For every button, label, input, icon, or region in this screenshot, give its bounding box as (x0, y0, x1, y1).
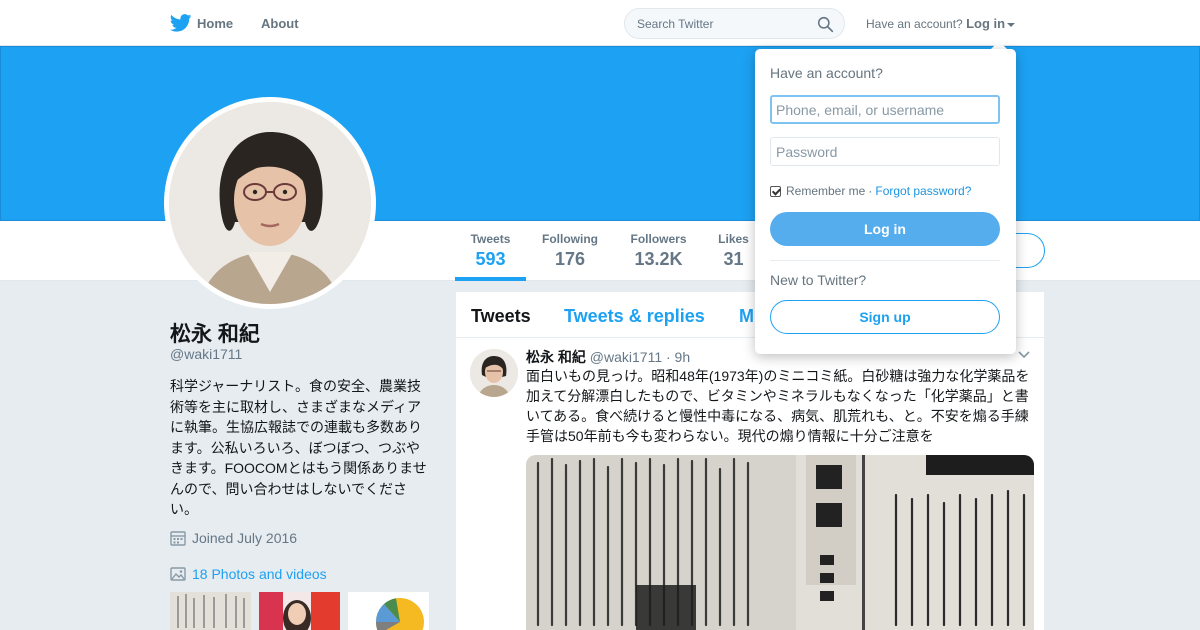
tweet-media-image[interactable] (526, 455, 1034, 630)
joined-text: Joined July 2016 (192, 530, 298, 546)
separator-dot: · (868, 184, 873, 198)
tab-tweets[interactable]: Tweets (471, 306, 531, 327)
nav-about-label: About (261, 15, 299, 31)
username-field[interactable]: Phone, email, or username (770, 95, 1000, 124)
avatar-portrait-image (169, 102, 371, 304)
search-icon[interactable] (817, 16, 834, 33)
nav-home-label: Home (197, 15, 234, 31)
divider (770, 260, 1000, 261)
tweet-timestamp[interactable]: · 9h (666, 349, 690, 365)
stat-tweets[interactable]: Tweets 593 (465, 232, 516, 270)
tweet-author-handle[interactable]: @waki1711 (590, 349, 662, 365)
tab-tweets-replies[interactable]: Tweets & replies (564, 306, 705, 327)
login-menu[interactable]: Have an account? Log in (866, 16, 1016, 31)
stat-likes[interactable]: Likes 31 (713, 232, 754, 270)
stat-followers[interactable]: Followers 13.2K (625, 232, 692, 270)
signup-button[interactable]: Sign up (770, 300, 1000, 334)
profile-name[interactable]: 松永 和紀 (170, 318, 260, 348)
profile-handle[interactable]: @waki1711 (170, 346, 242, 362)
photo-thumbnail[interactable] (348, 592, 429, 630)
dropdown-title: Have an account? (770, 65, 883, 81)
login-menu-label[interactable]: Log in (966, 16, 1005, 31)
password-field[interactable]: Password (770, 137, 1000, 166)
photos-videos-link[interactable]: 18 Photos and videos (170, 566, 327, 582)
nav-about-link[interactable]: About (261, 0, 299, 46)
tweet-header: 松永 和紀 @waki1711 · 9h (526, 347, 690, 367)
twitter-bird-icon[interactable] (170, 14, 192, 32)
nav-home-link[interactable]: Home (197, 0, 233, 46)
stat-label: Followers (630, 232, 687, 246)
remember-me-checkbox[interactable] (770, 185, 781, 197)
tweet-avatar-image (470, 349, 518, 397)
username-placeholder: Phone, email, or username (776, 101, 945, 118)
photos-label: 18 Photos and videos (192, 566, 327, 582)
stat-following[interactable]: Following 176 (538, 232, 602, 270)
remember-me-label[interactable]: Remember me (786, 184, 865, 198)
avatar[interactable] (169, 102, 371, 304)
photo-icon (170, 567, 186, 581)
login-dropdown: Have an account? Phone, email, or userna… (755, 49, 1016, 354)
stat-value: 176 (554, 249, 586, 269)
have-account-text: Have an account? (866, 17, 963, 31)
tweet-author-name[interactable]: 松永 和紀 (526, 349, 586, 365)
login-button[interactable]: Log in (770, 212, 1000, 246)
photo-thumbnail[interactable] (259, 592, 340, 630)
photo-thumbnail[interactable] (170, 592, 251, 630)
stat-value: 13.2K (634, 249, 683, 269)
newspaper-clipping-image (526, 455, 1034, 630)
tab-media[interactable]: M (739, 306, 754, 327)
calendar-icon (170, 531, 186, 546)
profile-bio: 科学ジャーナリスト。食の安全、農業技術等を主に取材し、さまざまなメディアに執筆。… (170, 378, 427, 517)
stat-value: 593 (475, 249, 506, 269)
tweet-text: 面白いもの見っけ。昭和48年(1973年)のミニコミ紙。白砂糖は強力な化学薬品を… (526, 368, 1030, 444)
password-placeholder: Password (776, 143, 838, 160)
active-tab-underline (455, 277, 526, 281)
stat-label: Tweets (470, 232, 511, 246)
search-input[interactable]: Search Twitter (624, 8, 845, 39)
remember-me-row: Remember me · Forgot password? (770, 184, 971, 198)
stat-value: 31 (723, 249, 744, 269)
stat-label: Likes (718, 232, 749, 246)
tweet-author-avatar[interactable] (470, 349, 518, 397)
profile-joined-date: Joined July 2016 (170, 530, 297, 546)
stat-label: Following (542, 232, 598, 246)
search-placeholder: Search Twitter (637, 16, 714, 31)
chevron-down-icon[interactable] (1018, 351, 1030, 359)
forgot-password-link[interactable]: Forgot password? (875, 184, 971, 198)
top-navigation-bar: Home About Search Twitter Have an accoun… (0, 0, 1200, 46)
caret-down-icon (1007, 22, 1016, 27)
new-to-twitter-text: New to Twitter? (770, 272, 867, 288)
